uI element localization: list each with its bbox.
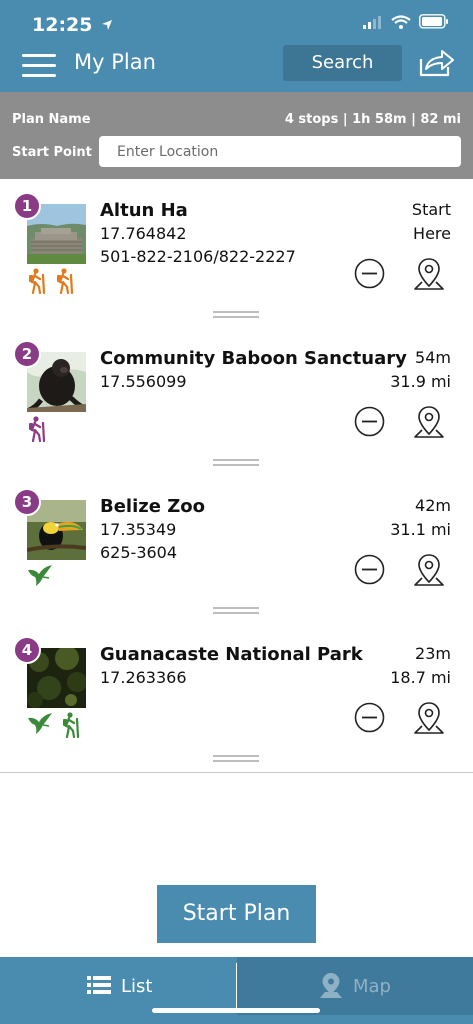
search-button[interactable]: Search [283, 45, 402, 81]
stop-distance: Here [413, 224, 451, 243]
activity-icons [27, 416, 47, 442]
tab-list[interactable]: List [0, 957, 236, 1015]
status-time-text: 12:25 [32, 14, 93, 36]
drag-handle[interactable] [213, 755, 259, 763]
map-pin-icon[interactable] [413, 552, 445, 588]
stop-name: Belize Zoo [100, 496, 206, 517]
stop-card[interactable]: 4 Guanacaste National Park 17.263366 23m… [0, 624, 473, 773]
stop-duration: 42m [415, 496, 451, 515]
remove-stop-icon[interactable] [354, 406, 385, 437]
map-pin-icon[interactable] [413, 404, 445, 440]
signal-icon [363, 15, 381, 29]
plan-summary: 4 stops | 1h 58m | 82 mi [284, 112, 461, 127]
stop-number-badge: 4 [13, 636, 41, 664]
stop-coordinate: 17.35349 [100, 520, 177, 539]
start-location-input[interactable] [99, 136, 461, 167]
stop-coordinate: 17.263366 [100, 668, 187, 687]
top-app-bar: My Plan Search [0, 44, 473, 92]
stop-distance: 31.9 mi [390, 372, 451, 391]
activity-icons [27, 712, 81, 738]
bird-icon [28, 713, 52, 734]
home-indicator [152, 1008, 320, 1013]
plan-name-label: Plan Name [12, 112, 91, 127]
hiking-icon [29, 416, 46, 442]
tab-list-label: List [121, 976, 153, 997]
stop-duration: Start [411, 200, 451, 219]
remove-stop-icon[interactable] [354, 258, 385, 289]
activity-icons [27, 268, 75, 294]
bottom-tab-bar: List Map [0, 957, 473, 1024]
stop-card[interactable]: 3 Belize Zoo 17.35349 625-3604 42m 31.1 … [0, 476, 473, 625]
location-arrow-icon [102, 20, 113, 30]
hiking-icon [63, 712, 80, 738]
hiking-icon [29, 268, 46, 294]
map-pin-icon[interactable] [413, 700, 445, 736]
status-icons [363, 14, 449, 29]
hiking-icon [57, 268, 74, 294]
stop-name: Community Baboon Sanctuary [100, 348, 407, 369]
stop-duration: 23m [415, 644, 451, 663]
stop-phone: 625-3604 [100, 543, 178, 562]
remove-stop-icon[interactable] [354, 702, 385, 733]
stop-card[interactable]: 2 Community Baboon Sanctuary 17.556099 5… [0, 328, 473, 477]
tab-map-label: Map [353, 976, 391, 997]
wifi-icon [391, 14, 411, 29]
start-plan-button[interactable]: Start Plan [157, 885, 316, 943]
stop-name: Guanacaste National Park [100, 644, 363, 665]
drag-handle[interactable] [213, 311, 259, 319]
page-title: My Plan [74, 50, 156, 74]
share-icon[interactable] [418, 47, 456, 79]
stop-phone: 501-822-2106/822-2227 [100, 247, 296, 266]
status-time: 12:25 [32, 14, 113, 36]
map-pin-icon[interactable] [413, 256, 445, 292]
stop-number-badge: 2 [13, 340, 41, 368]
activity-icons [27, 564, 53, 588]
stop-duration: 54m [415, 348, 451, 367]
stop-name: Altun Ha [100, 200, 188, 221]
list-icon [87, 976, 111, 994]
map-pin-icon [320, 973, 342, 998]
start-point-label: Start Point [12, 145, 92, 160]
remove-stop-icon[interactable] [354, 554, 385, 585]
bird-icon [28, 565, 52, 586]
drag-handle[interactable] [213, 459, 259, 467]
tab-map[interactable]: Map [237, 957, 473, 1015]
hamburger-menu-icon[interactable] [22, 50, 56, 78]
stop-distance: 18.7 mi [390, 668, 451, 687]
stop-coordinate: 17.556099 [100, 372, 187, 391]
stop-number-badge: 1 [13, 192, 41, 220]
status-bar: 12:25 [0, 0, 473, 44]
stop-distance: 31.1 mi [390, 520, 451, 539]
battery-icon [419, 14, 448, 29]
stop-card[interactable]: 1 Altun Ha 17.764842 501-822-2106/822-22… [0, 180, 473, 329]
drag-handle[interactable] [213, 607, 259, 615]
stop-coordinate: 17.764842 [100, 224, 187, 243]
stop-number-badge: 3 [13, 488, 41, 516]
